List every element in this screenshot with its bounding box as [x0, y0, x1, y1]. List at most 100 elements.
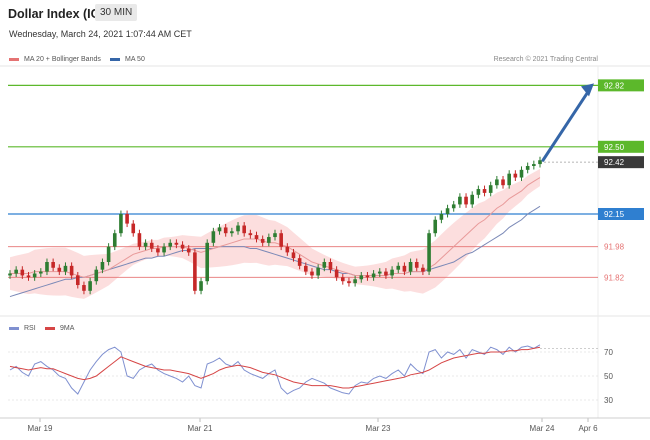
- rsi-ma-line: [9, 346, 541, 389]
- level-label-91.82: 91.82: [604, 273, 625, 282]
- candle: [439, 214, 444, 220]
- rsi-tick-30: 30: [604, 396, 613, 405]
- candle: [100, 262, 105, 270]
- candle: [279, 233, 283, 247]
- candle: [39, 271, 43, 274]
- x-tick-label: Mar 24: [530, 424, 555, 433]
- timeframe-badge[interactable]: 30 MIN: [95, 4, 138, 21]
- candle: [149, 242, 154, 249]
- legend-rsi-ma-label: 9MA: [60, 325, 75, 332]
- legend-ma50: MA 50: [110, 56, 145, 63]
- level-tag-92.82: [598, 79, 644, 92]
- candle: [137, 233, 142, 247]
- level-label-92.82: 92.82: [604, 81, 625, 90]
- candle: [414, 262, 419, 268]
- x-tick-label: Mar 23: [366, 424, 391, 433]
- candle: [322, 262, 327, 268]
- candle: [495, 179, 499, 186]
- candle: [402, 265, 407, 272]
- forecast-arrow: [541, 88, 591, 162]
- candle: [131, 223, 136, 234]
- candle: [223, 227, 228, 234]
- candle: [254, 235, 259, 239]
- candle: [365, 275, 370, 278]
- ma50-line: [9, 205, 541, 298]
- level-tag-92.15: [598, 208, 644, 220]
- level-label-92.50: 92.50: [604, 143, 625, 152]
- rsi-line: [9, 344, 541, 395]
- candle: [242, 225, 246, 234]
- candle: [236, 225, 240, 232]
- bollinger-swatch: [9, 57, 19, 61]
- candle: [119, 214, 123, 234]
- candle: [470, 194, 475, 205]
- candle: [285, 246, 290, 253]
- rsi-swatch: [9, 326, 19, 330]
- forecast-arrowhead: [581, 83, 594, 97]
- candle: [482, 189, 487, 193]
- candle: [69, 265, 74, 276]
- timestamp: Wednesday, March 24, 2021 1:07:44 AM CET: [9, 29, 192, 39]
- legend-bollinger-label: MA 20 + Bollinger Bands: [24, 56, 101, 63]
- candle: [334, 269, 339, 278]
- candle: [519, 169, 524, 178]
- candle: [353, 279, 357, 284]
- candle: [427, 233, 431, 272]
- candle: [458, 196, 462, 205]
- candle: [211, 231, 216, 243]
- candle: [384, 271, 388, 276]
- candle: [377, 271, 382, 274]
- candle: [328, 262, 333, 270]
- level-tag-92.50: [598, 140, 644, 153]
- candle: [371, 273, 376, 278]
- candle: [180, 244, 185, 249]
- x-tick-label: Apr 6: [578, 424, 598, 433]
- candle: [340, 277, 345, 282]
- candle: [8, 273, 12, 276]
- legend-bollinger: MA 20 + Bollinger Bands: [9, 56, 101, 63]
- candle: [464, 196, 468, 205]
- candle: [501, 179, 505, 186]
- price-chart[interactable]: Mar 19 Mar 21 Mar 23 Mar 24 Apr 6 92.82 92.50…: [0, 0, 650, 440]
- legend-ma50-label: MA 50: [125, 56, 145, 63]
- candle: [408, 262, 413, 272]
- bollinger-band: [10, 168, 540, 299]
- level-label-92.42: 92.42: [604, 158, 625, 167]
- candle: [359, 275, 364, 280]
- candle: [230, 231, 234, 234]
- candle: [186, 248, 191, 253]
- candle: [267, 237, 271, 243]
- candle: [20, 269, 25, 276]
- candle: [162, 246, 166, 253]
- candle: [75, 275, 80, 286]
- candle: [310, 271, 314, 276]
- candle: [174, 242, 179, 245]
- candle: [63, 265, 68, 272]
- candle: [193, 252, 197, 291]
- candle: [507, 173, 511, 186]
- candle: [45, 262, 49, 272]
- candle: [525, 166, 530, 170]
- candle: [82, 285, 86, 291]
- candle: [421, 267, 425, 272]
- candle: [488, 185, 493, 193]
- rsi-tick-50: 50: [604, 372, 613, 381]
- rsi-ma-swatch: [45, 326, 55, 330]
- candle: [14, 269, 18, 274]
- x-tick-label: Mar 21: [188, 424, 213, 433]
- candle: [57, 267, 62, 272]
- candle: [112, 233, 117, 247]
- candle: [248, 233, 253, 236]
- ma20-line: [10, 177, 541, 278]
- candle: [291, 252, 296, 259]
- candle: [297, 258, 302, 266]
- candle: [347, 281, 351, 284]
- candle: [538, 160, 542, 165]
- ma50-swatch: [110, 57, 120, 61]
- candle: [396, 265, 401, 270]
- candle: [513, 173, 518, 178]
- candle: [316, 267, 320, 276]
- candle: [106, 246, 111, 262]
- candle: [532, 164, 536, 166]
- candle: [94, 269, 99, 282]
